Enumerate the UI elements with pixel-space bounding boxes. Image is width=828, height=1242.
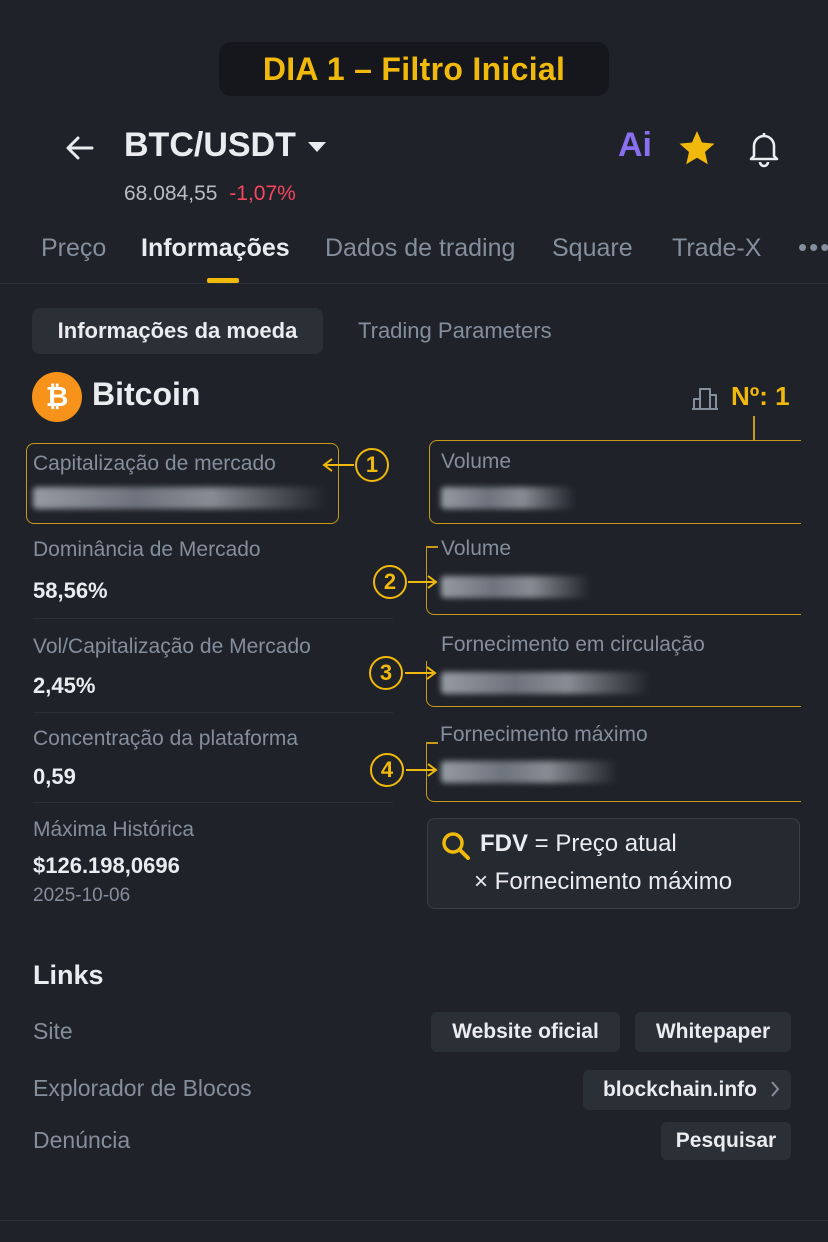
subtab-trading-parameters[interactable]: Trading Parameters <box>358 318 552 344</box>
rank-connector <box>753 416 755 440</box>
title-banner: DIA 1 – Filtro Inicial <box>219 42 609 96</box>
price-change: -1,07% <box>229 182 296 205</box>
annotation-badge-3: 3 <box>369 656 403 690</box>
pair-selector[interactable]: BTC/USDT <box>124 126 326 165</box>
rank-badge: Nº: 1 <box>731 381 790 411</box>
bracket-tick <box>426 546 438 548</box>
vol-cap-value: 2,45% <box>33 673 96 698</box>
tab-trade-x[interactable]: Trade-X <box>672 234 761 263</box>
block-explorer-label: Explorador de Blocos <box>33 1075 252 1101</box>
annotation-badge-2: 2 <box>373 565 407 599</box>
blockchain-info-label: blockchain.info <box>602 1078 757 1101</box>
bracket-tick <box>426 742 438 744</box>
arrow-icon-2 <box>406 572 440 597</box>
tabs-divider <box>0 283 828 284</box>
annotation-badge-4: 4 <box>370 753 404 787</box>
dominance-label: Dominância de Mercado <box>33 538 261 561</box>
concentration-value: 0,59 <box>33 764 76 789</box>
concentration-label: Concentração da plataforma <box>33 727 298 750</box>
back-arrow-icon[interactable] <box>62 130 98 166</box>
dominance-value: 58,56% <box>33 578 108 603</box>
star-icon[interactable] <box>677 128 717 168</box>
chevron-right-icon <box>769 1079 781 1105</box>
market-cap-blurred-value <box>33 487 328 509</box>
circulating-supply-blurred-value <box>441 672 651 694</box>
volume-2-label: Volume <box>441 537 512 560</box>
vol-cap-label: Vol/Capitalização de Mercado <box>33 635 311 658</box>
market-cap-label: Capitalização de mercado <box>33 452 276 475</box>
blockchain-info-button[interactable]: blockchain.info <box>583 1070 791 1110</box>
subtab-informacoes-da-moeda[interactable]: Informações da moeda <box>32 308 323 354</box>
tab-preco[interactable]: Preço <box>41 234 106 263</box>
price-row: 68.084,55 -1,07% <box>124 182 296 206</box>
ath-value: $126.198,0696 <box>33 853 180 878</box>
circulating-supply-label: Fornecimento em circulação <box>441 633 705 656</box>
fdv-term: FDV <box>480 830 528 857</box>
tab-dados-de-trading[interactable]: Dados de trading <box>325 234 515 263</box>
ai-button[interactable]: Ai <box>618 126 652 165</box>
arrow-icon-3 <box>403 663 439 688</box>
whitepaper-button[interactable]: Whitepaper <box>635 1012 791 1052</box>
bitcoin-logo-icon: ₿ <box>32 372 82 422</box>
volume-1-blurred-value <box>441 487 576 509</box>
search-icon <box>440 830 472 862</box>
main-tabs: Preço Informações Dados de trading Squar… <box>0 226 828 282</box>
divider <box>33 712 393 713</box>
divider <box>33 802 393 803</box>
volume-2-blurred-value <box>441 576 591 598</box>
divider <box>33 618 393 619</box>
site-label: Site <box>33 1018 73 1044</box>
ranking-podium-icon <box>690 381 720 411</box>
links-heading: Links <box>33 960 104 990</box>
tab-informacoes[interactable]: Informações <box>141 234 290 263</box>
ath-date: 2025-10-06 <box>33 885 131 906</box>
report-label: Denúncia <box>33 1127 131 1153</box>
fdv-equals-text: = Preço atual <box>528 830 677 857</box>
pair-label: BTC/USDT <box>124 126 296 164</box>
tab-square[interactable]: Square <box>552 234 633 263</box>
arrow-icon-1 <box>316 455 356 480</box>
ath-label: Máxima Histórica <box>33 818 195 841</box>
bottom-divider <box>0 1220 828 1221</box>
caret-down-icon <box>307 141 326 152</box>
last-price: 68.084,55 <box>124 182 218 205</box>
bell-icon[interactable] <box>744 128 784 168</box>
coin-name: Bitcoin <box>92 376 201 412</box>
pesquisar-button[interactable]: Pesquisar <box>661 1122 791 1160</box>
fdv-formula-line-2: × Fornecimento máximo <box>474 868 733 895</box>
max-supply-blurred-value <box>441 761 619 783</box>
fdv-formula-line-1: FDV = Preço atual <box>480 830 677 858</box>
arrow-icon-4 <box>404 760 440 785</box>
website-oficial-button[interactable]: Website oficial <box>431 1012 620 1052</box>
annotation-badge-1: 1 <box>355 448 389 482</box>
max-supply-label: Fornecimento máximo <box>440 723 648 746</box>
volume-1-label: Volume <box>441 450 512 473</box>
more-tabs-icon[interactable]: ••• <box>798 232 828 263</box>
